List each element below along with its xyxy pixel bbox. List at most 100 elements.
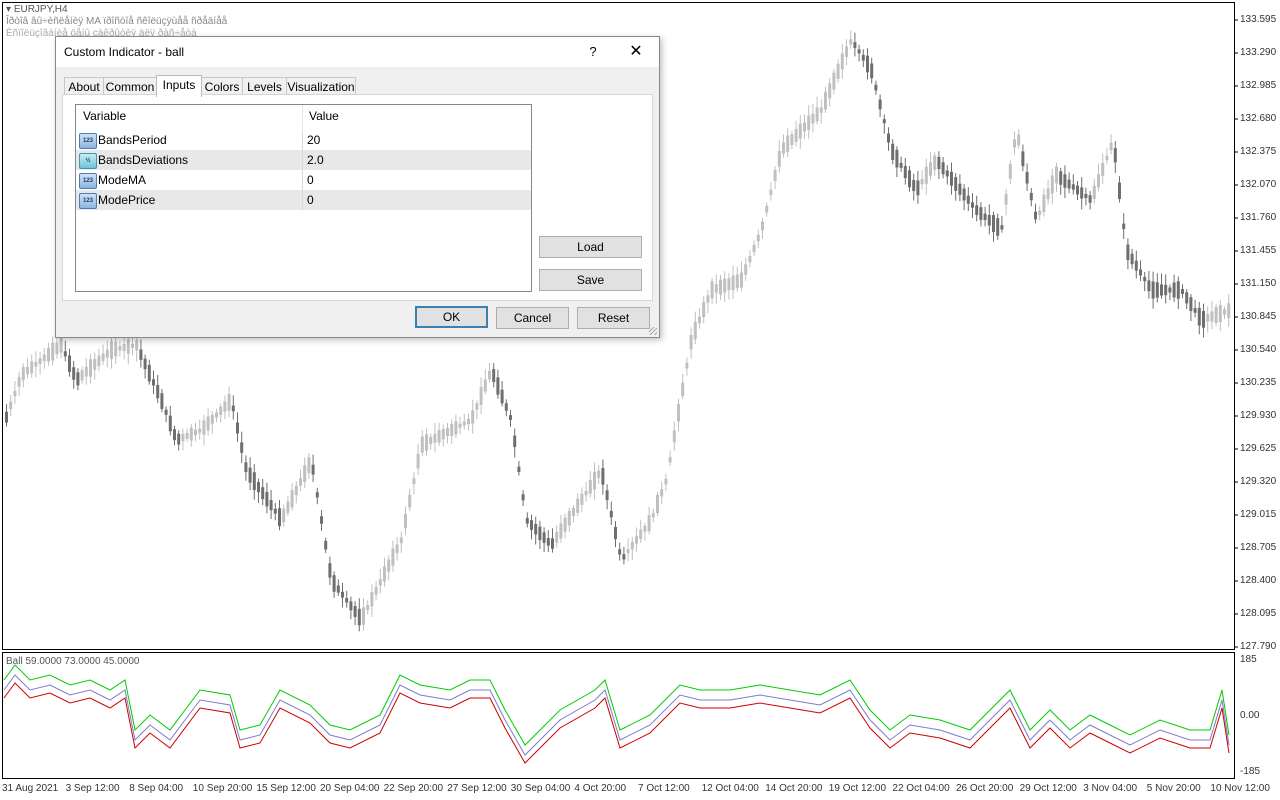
input-row-modeprice[interactable]: 123 ModePrice 0 — [76, 190, 531, 210]
price-tick-label: 129.015 — [1240, 509, 1277, 520]
candle-body — [290, 490, 294, 508]
close-button[interactable]: ✕ — [626, 41, 646, 61]
candle-body — [609, 510, 613, 518]
candle-body — [215, 412, 218, 418]
candle-body — [635, 536, 638, 544]
candle-body — [924, 166, 928, 184]
variable-value[interactable]: 20 — [307, 133, 320, 147]
price-tick-label: 129.320 — [1240, 476, 1277, 487]
candle-body — [408, 494, 412, 508]
candle-body — [773, 170, 777, 182]
candle-body — [303, 465, 307, 482]
candle-body — [1029, 192, 1033, 201]
candle-body — [101, 353, 105, 361]
candle-body — [601, 467, 605, 485]
row-divider — [302, 150, 303, 170]
candle-body — [731, 275, 735, 291]
candle-body — [1067, 179, 1071, 189]
price-tick-label: 133.290 — [1240, 47, 1277, 58]
time-tick-label: 29 Oct 12:00 — [1019, 783, 1077, 794]
candle-body — [357, 608, 361, 626]
time-tick-label: 22 Oct 04:00 — [892, 783, 950, 794]
input-row-bandsperiod[interactable]: 123 BandsPeriod 20 — [76, 130, 531, 150]
candle-body — [899, 162, 903, 168]
candle-body — [1155, 282, 1159, 298]
integer-icon: 123 — [79, 173, 97, 189]
candle-body — [252, 472, 256, 491]
dialog-titlebar[interactable]: Custom Indicator - ball ? ✕ — [56, 37, 659, 67]
column-divider[interactable] — [302, 105, 303, 129]
candle-body — [1080, 187, 1084, 199]
candle-body — [710, 281, 714, 299]
candle-body — [194, 429, 197, 436]
save-button[interactable]: Save — [539, 269, 642, 291]
candle-body — [979, 207, 983, 220]
candle-body — [114, 341, 118, 357]
candle-body — [1088, 195, 1092, 203]
candle-body — [1160, 284, 1163, 296]
subwindow-tick-label: 0.00 — [1240, 710, 1260, 721]
candle-body — [1046, 188, 1050, 200]
candle-body — [945, 170, 949, 177]
candle-body — [299, 478, 302, 486]
candle-body — [26, 366, 29, 375]
candle-body — [643, 525, 647, 532]
candle-body — [63, 351, 67, 357]
column-value[interactable]: Value — [309, 109, 339, 123]
candle-body — [727, 278, 731, 291]
variable-value[interactable]: 2.0 — [307, 153, 324, 167]
candle-body — [105, 349, 109, 358]
candle-body — [467, 418, 470, 425]
candle-body — [168, 415, 172, 432]
candle-body — [803, 122, 806, 132]
candle-body — [504, 403, 508, 411]
ok-button[interactable]: OK — [415, 306, 488, 328]
input-row-modema[interactable]: 123 ModeMA 0 — [76, 170, 531, 190]
variable-value[interactable]: 0 — [307, 193, 314, 207]
candle-body — [416, 453, 420, 469]
variable-value[interactable]: 0 — [307, 173, 314, 187]
candle-body — [891, 143, 895, 161]
candle-body — [1176, 281, 1180, 299]
candle-body — [265, 491, 269, 507]
candle-body — [971, 202, 974, 208]
help-button[interactable]: ? — [586, 44, 600, 59]
candle-body — [580, 493, 584, 505]
candle-body — [189, 427, 193, 441]
resize-grip-icon[interactable] — [649, 327, 657, 335]
candle-body — [1050, 175, 1054, 194]
candle-body — [383, 566, 386, 582]
candle-body — [156, 385, 160, 399]
candle-body — [437, 429, 441, 443]
candle-body — [93, 358, 97, 370]
candle-body — [698, 316, 701, 324]
input-row-bandsdeviations[interactable]: ½ BandsDeviations 2.0 — [76, 150, 531, 170]
candle-body — [320, 516, 323, 524]
candle-body — [849, 39, 853, 45]
candle-body — [651, 513, 655, 518]
column-variable[interactable]: Variable — [83, 109, 126, 123]
candle-body — [1076, 185, 1079, 195]
candle-body — [479, 387, 483, 405]
dialog-title: Custom Indicator - ball — [64, 45, 185, 59]
candle-body — [13, 391, 17, 397]
candle-body — [853, 42, 857, 49]
tab-inputs[interactable]: Inputs — [156, 75, 202, 97]
candle-body — [798, 123, 802, 139]
candle-body — [681, 382, 685, 396]
cancel-button[interactable]: Cancel — [496, 307, 569, 329]
candle-body — [551, 538, 554, 549]
candle-body — [933, 155, 937, 170]
candle-body — [1034, 211, 1037, 220]
candle-body — [446, 427, 449, 437]
candle-body — [324, 540, 328, 550]
candle-body — [1181, 289, 1184, 294]
candle-body — [391, 548, 395, 566]
candle-body — [126, 339, 130, 354]
candle-body — [1214, 307, 1218, 323]
candle-body — [870, 63, 874, 79]
load-button[interactable]: Load — [539, 236, 642, 258]
candle-body — [996, 218, 1000, 236]
reset-button[interactable]: Reset — [577, 307, 650, 329]
candle-body — [807, 115, 811, 131]
